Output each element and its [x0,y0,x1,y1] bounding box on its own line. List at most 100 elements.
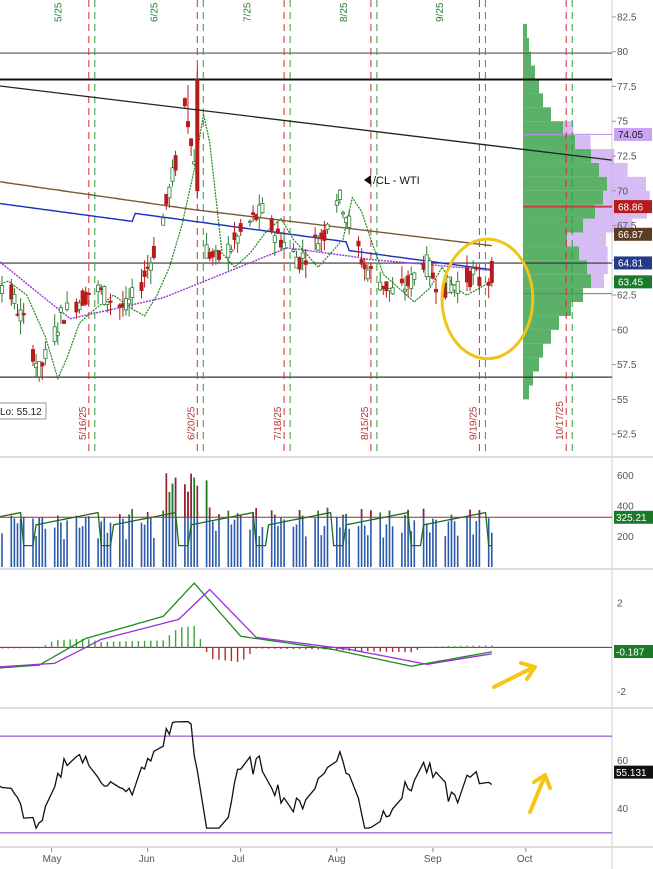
candle-body[interactable] [0,285,4,294]
candle-body[interactable] [368,266,373,269]
candle-body[interactable] [489,261,494,283]
candle-body[interactable] [340,212,345,215]
candle-body[interactable] [412,272,417,280]
candle-body[interactable] [390,287,395,295]
candle-body[interactable] [300,252,305,259]
candle-body[interactable] [18,309,23,322]
volume-profile-bin [523,343,543,358]
candle-body[interactable] [474,266,479,270]
top-date-label: 7/25 [243,2,254,22]
top-date-label: 5/25 [54,2,65,22]
candle-body[interactable] [58,307,63,313]
candle-body[interactable] [334,200,339,206]
candle-body[interactable] [337,189,342,200]
candle-body[interactable] [130,287,135,298]
candle-body[interactable] [269,218,274,232]
volume-tick-label: 400 [617,501,634,512]
candle-body[interactable] [151,245,156,258]
volume-profile-bin [523,37,529,52]
value-area-bin [591,274,604,289]
macd-tick-label: 2 [617,599,623,610]
value-area-bin [575,135,591,150]
candle-body[interactable] [365,269,370,280]
candle-body[interactable] [62,320,67,324]
candle-body[interactable] [229,249,234,252]
candle-body[interactable] [272,235,277,243]
candle-body[interactable] [291,249,296,252]
rsi-tick-label: 40 [617,804,629,815]
macd-value-label: -0.187 [616,647,645,658]
volume-profile-bin [523,65,535,80]
candle-body[interactable] [316,243,321,251]
price-tag-label: 66.87 [618,230,643,241]
candle-body[interactable] [238,223,243,232]
candle-body[interactable] [477,276,482,287]
candle-body[interactable] [161,217,166,226]
candle-body[interactable] [303,260,308,265]
candle-body[interactable] [247,220,252,223]
volume-profile-bin [523,135,575,150]
candle-body[interactable] [402,288,407,292]
value-area-bin [567,232,606,247]
chart-canvas[interactable]: 4/255/16/256/20/257/18/258/15/259/19/251… [0,0,653,869]
candle-body[interactable] [399,278,404,284]
price-tick-label: 75 [617,117,629,128]
candle-body[interactable] [275,228,280,234]
candle-body[interactable] [139,282,144,292]
candle-body[interactable] [430,272,435,279]
event-date-label: 10/17/25 [555,401,566,440]
candle-body[interactable] [325,223,330,230]
value-area-bin [599,162,628,177]
rsi-tick-label: 60 [617,756,629,767]
candle-body[interactable] [142,270,147,278]
candle-body[interactable] [313,234,318,238]
volume-profile-bin [523,121,563,136]
candle-body[interactable] [195,79,200,192]
candle-body[interactable] [282,242,287,250]
candle-body[interactable] [40,362,45,367]
price-tag-label: 64.81 [618,259,643,270]
value-area-bin [591,149,615,163]
candle-body[interactable] [182,98,187,107]
volume-profile-bin [523,246,579,261]
candle-body[interactable] [21,312,26,316]
candle-body[interactable] [260,203,265,214]
top-date-label: 9/25 [435,2,446,22]
volume-profile-bin [523,385,529,400]
candle-body[interactable] [12,294,17,304]
candle-body[interactable] [108,300,113,303]
candle-body[interactable] [173,155,178,171]
candle-body[interactable] [356,240,361,247]
volume-profile-bin [523,329,551,344]
rsi-value-label: 55.131 [616,768,647,779]
candle-body[interactable] [362,264,367,270]
candle-body[interactable] [167,186,172,199]
candle-body[interactable] [297,257,302,270]
candle-body[interactable] [359,258,364,265]
price-tick-label: 62.5 [617,291,637,302]
candle-body[interactable] [455,281,460,294]
candle-body[interactable] [55,331,60,336]
candle-body[interactable] [65,302,70,310]
event-date-label: 9/19/25 [468,406,479,440]
candle-body[interactable] [210,251,215,258]
candle-body[interactable] [322,229,327,241]
candle-body[interactable] [347,215,352,228]
volume-profile-bin [523,176,607,191]
candle-body[interactable] [216,250,221,260]
price-tick-label: 82.5 [617,12,637,23]
candle-body[interactable] [43,348,48,360]
candle-body[interactable] [86,292,91,296]
candle-body[interactable] [148,262,153,271]
event-date-label: 5/16/25 [78,406,89,440]
candle-body[interactable] [433,288,438,293]
candle-body[interactable] [251,212,256,215]
volume-profile-bin [523,190,603,205]
candle-body[interactable] [185,121,190,128]
event-date-label: 6/20/25 [186,406,197,440]
price-tick-label: 55 [617,395,629,406]
candle-body[interactable] [235,235,240,244]
candle-body[interactable] [127,298,132,305]
candle-body[interactable] [189,138,194,147]
candle-body[interactable] [30,349,35,362]
